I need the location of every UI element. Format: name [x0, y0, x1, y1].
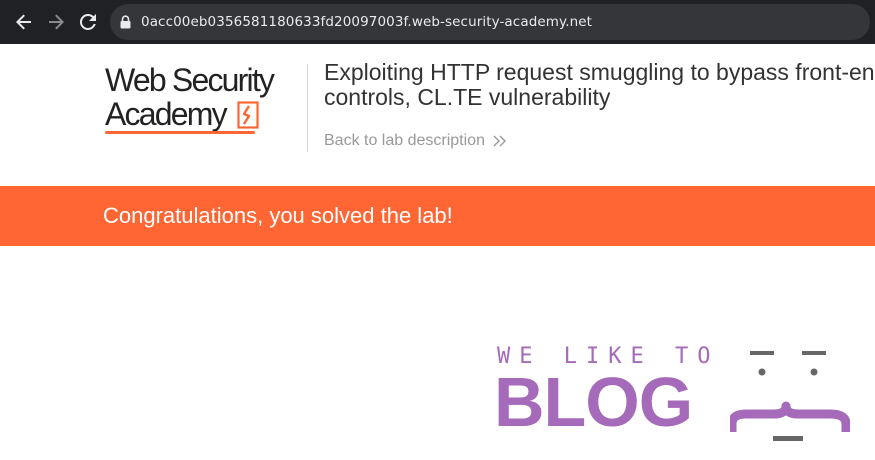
academy-logo-icon	[237, 101, 259, 129]
blog-face-icon	[730, 351, 850, 441]
forward-button[interactable]	[40, 0, 72, 44]
double-chevron-right-icon	[493, 135, 507, 147]
reload-icon	[80, 14, 96, 30]
forward-arrow-icon	[49, 14, 64, 30]
lock-icon	[120, 15, 131, 29]
logo-academy-text: Academy	[105, 96, 228, 132]
header-divider	[307, 64, 308, 152]
url-text: 0acc00eb0356581180633fd20097003f.web-sec…	[141, 14, 593, 30]
back-button[interactable]	[8, 0, 40, 44]
lab-title-line2: controls, CL.TE vulnerability	[324, 84, 611, 110]
logo-underline	[105, 131, 255, 134]
solved-message: Congratulations, you solved the lab!	[103, 203, 453, 228]
address-bar[interactable]: 0acc00eb0356581180633fd20097003f.web-sec…	[110, 4, 870, 40]
back-link-label: Back to lab description	[324, 132, 485, 149]
back-to-lab-description-link[interactable]: Back to lab description	[324, 132, 507, 150]
solved-banner: Congratulations, you solved the lab!	[0, 186, 875, 246]
academy-logo[interactable]: Web Security Academy	[105, 64, 305, 140]
back-arrow-icon	[16, 14, 31, 30]
logo-line-web-security: Web Security	[105, 62, 275, 98]
logo-line-academy: Academy	[105, 98, 305, 130]
lab-title-line1: Exploiting HTTP request smuggling to byp…	[324, 59, 875, 85]
browser-toolbar: 0acc00eb0356581180633fd20097003f.web-sec…	[0, 0, 875, 44]
lab-title: Exploiting HTTP request smuggling to byp…	[324, 60, 875, 110]
blog-wordmark: BLOG	[494, 363, 693, 441]
page-content: Web Security Academy Exploiting HTTP req…	[0, 44, 875, 460]
reload-button[interactable]	[72, 0, 104, 44]
